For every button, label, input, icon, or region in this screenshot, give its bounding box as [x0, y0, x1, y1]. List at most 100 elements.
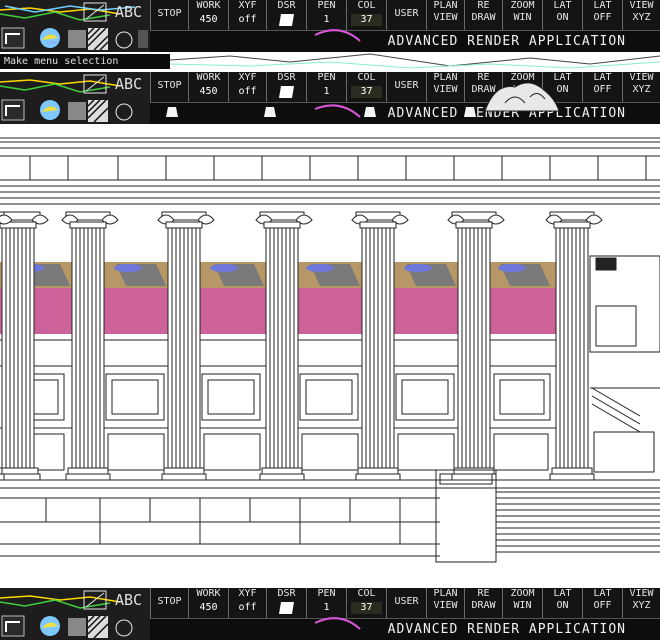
stop-button[interactable]: STOP [150, 0, 188, 30]
redraw-line1: RE [477, 0, 490, 11]
lat-off-line1: LAT [593, 0, 612, 11]
status-bar: ADVANCED RENDER APPLICATION [150, 29, 660, 52]
plan-view-button-mid[interactable]: PLAN VIEW [426, 72, 464, 102]
user-label-mid: USER [394, 80, 419, 91]
xyf-value: off [238, 14, 257, 25]
toolbar-bottom: ABC STOP WORK 450 XYF off DSR PEN 1 COL … [0, 588, 660, 640]
user-button-mid[interactable]: USER [386, 72, 426, 102]
pen-button-bottom[interactable]: PEN 1 [306, 588, 346, 618]
user-button[interactable]: USER [386, 0, 426, 30]
dsr-swatch-icon [278, 14, 294, 26]
dsr-label-bottom: DSR [277, 588, 296, 599]
tool-palette-mid: ABC [0, 72, 150, 124]
tool-palette-mid-icons: ABC [0, 72, 150, 124]
view-xyz-line2: XYZ [632, 12, 651, 23]
view-xyz-line1-mid: VIEW [629, 72, 654, 83]
pen-value-mid: 1 [323, 86, 330, 97]
tool-palette-icons: ABC [0, 0, 150, 52]
pen-label-bottom: PEN [317, 588, 336, 599]
lat-off-line1-bottom: LAT [593, 588, 612, 599]
col-button-bottom[interactable]: COL 37 [346, 588, 386, 618]
xyf-label-mid: XYF [238, 72, 257, 83]
lat-on-line1-bottom: LAT [553, 588, 572, 599]
rect-icon[interactable] [68, 30, 86, 48]
lat-off-button-mid[interactable]: LAT OFF [582, 72, 622, 102]
stop-label-bottom: STOP [157, 596, 182, 607]
stop-button-mid[interactable]: STOP [150, 72, 188, 102]
work-button-bottom[interactable]: WORK 450 [188, 588, 228, 618]
lat-on-line2: ON [556, 12, 569, 23]
lat-on-line2-bottom: ON [556, 600, 569, 611]
toolbar-mid: ABC STOP WORK 450 XYF off DSR PEN 1 COL … [0, 72, 660, 124]
pen-label-mid: PEN [317, 72, 336, 83]
stylobate [0, 469, 660, 563]
zoom-win-line2-bottom: WIN [513, 600, 532, 611]
toolbar-top: ABC STOP WORK 450 XYF off DSR PEN 1 COL … [0, 0, 660, 52]
user-button-bottom[interactable]: USER [386, 588, 426, 618]
zoom-win-line1: ZOOM [510, 0, 535, 11]
view-xyz-button-bottom[interactable]: VIEW XYZ [622, 588, 660, 618]
lat-off-button-bottom[interactable]: LAT OFF [582, 588, 622, 618]
work-value-bottom: 450 [199, 602, 218, 613]
redraw-button-bottom[interactable]: RE DRAW [464, 588, 502, 618]
xyf-button-bottom[interactable]: XYF off [228, 588, 266, 618]
stop-label-mid: STOP [157, 80, 182, 91]
sculpture-icon [484, 82, 560, 112]
drawing-canvas[interactable] [0, 126, 660, 588]
lat-off-line1-mid: LAT [593, 72, 612, 83]
dsr-button-bottom[interactable]: DSR [266, 588, 306, 618]
app-title-bottom: ADVANCED RENDER APPLICATION [387, 622, 626, 637]
status-bar-bottom: ADVANCED RENDER APPLICATION [150, 617, 660, 640]
col-label-bottom: COL [357, 588, 376, 599]
abc-text-icon[interactable]: ABC [115, 3, 142, 21]
lat-on-button[interactable]: LAT ON [542, 0, 582, 30]
dsr-label: DSR [277, 0, 296, 11]
work-button-mid[interactable]: WORK 450 [188, 72, 228, 102]
lat-on-line1: LAT [553, 0, 572, 11]
plan-view-button-bottom[interactable]: PLAN VIEW [426, 588, 464, 618]
hatch-icon[interactable] [87, 27, 109, 51]
facade-drawing [0, 137, 660, 563]
message-text: Make menu selection [4, 56, 119, 67]
xyf-value-bottom: off [238, 602, 257, 613]
cornice [0, 137, 660, 205]
zoom-win-button[interactable]: ZOOM WIN [502, 0, 542, 30]
dsr-button-mid[interactable]: DSR [266, 72, 306, 102]
user-label-bottom: USER [394, 596, 419, 607]
abc-text-icon-mid[interactable]: ABC [115, 75, 142, 93]
xyf-value-mid: off [238, 86, 257, 97]
work-label-bottom: WORK [196, 588, 221, 599]
plan-view-line2: VIEW [433, 12, 458, 23]
zoom-win-button-bottom[interactable]: ZOOM WIN [502, 588, 542, 618]
work-button[interactable]: WORK 450 [188, 0, 228, 30]
lat-off-button[interactable]: LAT OFF [582, 0, 622, 30]
view-xyz-button-mid[interactable]: VIEW XYZ [622, 72, 660, 102]
view-xyz-button[interactable]: VIEW XYZ [622, 0, 660, 30]
stop-button-bottom[interactable]: STOP [150, 588, 188, 618]
work-label: WORK [196, 0, 221, 11]
plan-view-line1-mid: PLAN [433, 72, 458, 83]
xyf-button[interactable]: XYF off [228, 0, 266, 30]
pen-button-mid[interactable]: PEN 1 [306, 72, 346, 102]
work-value: 450 [199, 14, 218, 25]
xyf-button-mid[interactable]: XYF off [228, 72, 266, 102]
col-button[interactable]: COL 37 [346, 0, 386, 30]
redraw-button[interactable]: RE DRAW [464, 0, 502, 30]
zoom-win-line2: WIN [513, 12, 532, 23]
glitch-lines [170, 53, 660, 69]
app-title: ADVANCED RENDER APPLICATION [387, 34, 626, 49]
col-value: 37 [351, 14, 382, 26]
pen-button[interactable]: PEN 1 [306, 0, 346, 30]
lat-off-line2-mid: OFF [593, 84, 612, 95]
view-xyz-line2-mid: XYZ [632, 84, 651, 95]
lat-on-button-bottom[interactable]: LAT ON [542, 588, 582, 618]
stop-label: STOP [157, 8, 182, 19]
plan-view-button[interactable]: PLAN VIEW [426, 0, 464, 30]
view-xyz-line1-bottom: VIEW [629, 588, 654, 599]
col-button-mid[interactable]: COL 37 [346, 72, 386, 102]
dsr-button[interactable]: DSR [266, 0, 306, 30]
pen-label: PEN [317, 0, 336, 11]
abc-text-icon-bottom[interactable]: ABC [115, 591, 142, 609]
zoom-win-line1-bottom: ZOOM [510, 588, 535, 599]
message-bar: Make menu selection [0, 54, 170, 69]
